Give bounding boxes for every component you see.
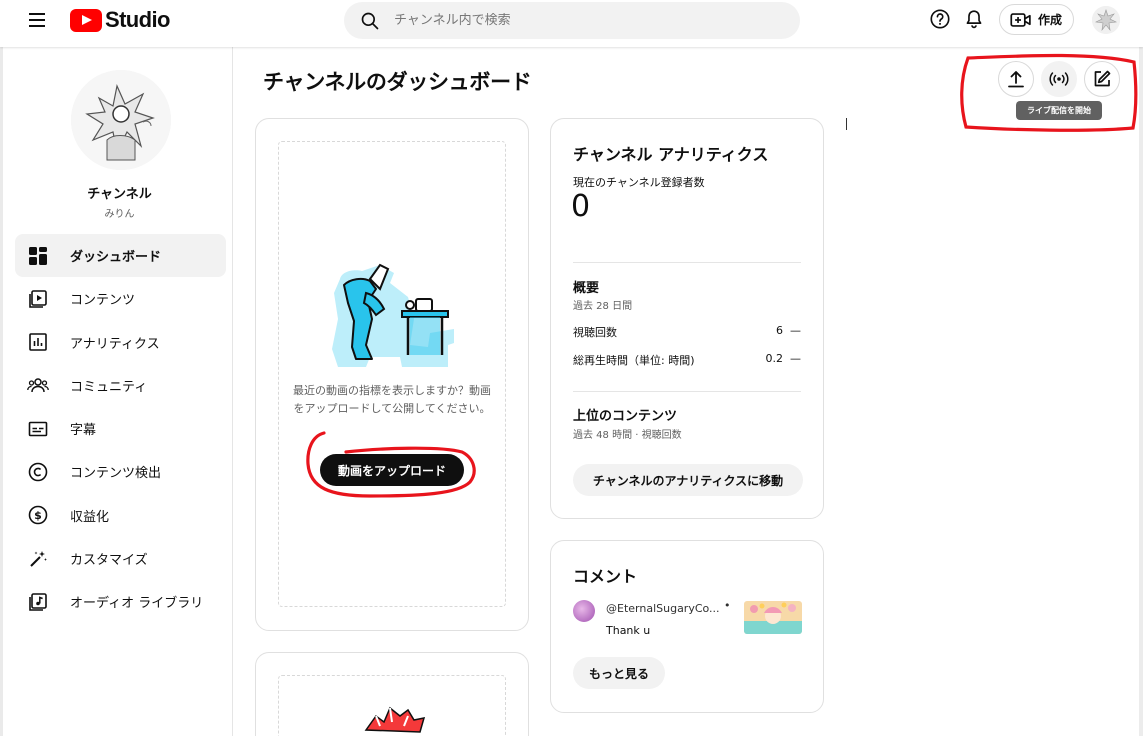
search-bar[interactable] [344,2,800,39]
subtitles-icon [27,418,49,440]
divider [573,391,801,392]
sidebar-item-community[interactable]: コミュニティ [15,364,226,407]
logo-text: Studio [105,7,170,32]
metric-row-watch-time: 総再生時間（単位: 時間) 0.2 — [573,352,801,368]
upload-card: 最近の動画の指標を表示しますか？動画をアップロードして公開してください。 動画を… [255,118,529,631]
studio-logo[interactable]: Studio [70,6,170,34]
comment-text: Thank u [606,624,651,637]
youtube-logo-icon [70,8,102,32]
ideas-dropzone [278,675,506,736]
summary-title: 概要 [573,281,600,296]
help-icon[interactable] [924,3,956,35]
subscribers-count: 0 [571,189,591,224]
summary-period: 過去 28 日間 [573,301,633,312]
menu-icon[interactable] [24,9,50,31]
create-label: 作成 [1038,13,1063,27]
search-icon[interactable] [360,11,380,31]
metric-label: 視聴回数 [573,326,617,339]
video-add-icon [1010,12,1031,27]
page-title: チャンネルのダッシュボード [263,70,532,94]
sidebar-item-content[interactable]: コンテンツ [15,277,226,320]
sidebar-item-label: コンテンツ検出 [70,466,162,482]
top-content-title: 上位のコンテンツ [573,409,678,424]
separator-dot: • [724,599,731,612]
copyright-icon [27,461,49,483]
upload-illustration [332,263,454,367]
live-icon[interactable] [1041,61,1077,97]
sidebar-item-label: コンテンツ [70,293,136,309]
sidebar-item-label: 字幕 [70,423,97,439]
channel-avatar[interactable] [71,70,171,170]
sidebar-item-analytics[interactable]: アナリティクス [15,321,226,364]
dashboard-icon [27,245,49,267]
upload-dropzone: 最近の動画の指標を表示しますか？動画をアップロードして公開してください。 動画を… [278,141,506,607]
sidebar-item-label: カスタマイズ [70,553,148,569]
commenter-avatar[interactable] [573,600,595,622]
see-more-button[interactable]: もっと見る [573,657,665,689]
sidebar: チャンネル みりん ダッシュボード コンテンツ アナリティクス コミュニティ 字… [0,47,233,736]
upload-video-button[interactable]: 動画をアップロード [320,454,464,486]
bell-icon[interactable] [958,3,990,35]
account-avatar[interactable] [1092,6,1120,34]
sidebar-item-label: コミュニティ [70,379,148,395]
video-thumbnail[interactable] [744,601,802,634]
subscribers-label: 現在のチャンネル登録者数 [573,176,705,189]
sidebar-item-label: 収益化 [70,509,110,525]
community-icon [27,374,49,396]
comments-title: コメント [573,567,638,586]
metric-delta: — [790,352,801,365]
top-bar: Studio 作成 [0,0,1143,47]
go-to-analytics-button[interactable]: チャンネルのアナリティクスに移動 [573,464,803,496]
audio-library-icon [27,591,49,613]
upload-icon[interactable] [998,61,1034,97]
metric-label: 総再生時間（単位: 時間) [573,354,695,367]
sidebar-item-label: オーディオ ライブラリ [70,596,204,612]
sidebar-item-subtitles[interactable]: 字幕 [15,407,226,450]
edit-icon[interactable] [1084,61,1120,97]
analytics-title: チャンネル アナリティクス [573,145,769,164]
upload-prompt: 最近の動画の指標を表示しますか？動画をアップロードして公開してください。 [293,384,491,415]
analytics-card: チャンネル アナリティクス 現在のチャンネル登録者数 0 概要 過去 28 日間… [550,118,824,519]
channel-name: チャンネル [87,187,152,202]
commenter-name[interactable]: @EternalSugaryCo... [606,602,720,615]
divider [573,262,801,263]
create-button[interactable]: 作成 [999,4,1074,35]
sidebar-nav: ダッシュボード コンテンツ アナリティクス コミュニティ 字幕 コンテンツ検出 … [15,234,226,624]
dollar-icon: $ [27,504,49,526]
sidebar-item-monetization[interactable]: $ 収益化 [15,494,226,537]
svg-text:$: $ [34,509,42,522]
sidebar-item-audio-library[interactable]: オーディオ ライブラリ [15,580,226,623]
content-icon [27,288,49,310]
sidebar-item-copyright[interactable]: コンテンツ検出 [15,450,226,493]
sidebar-item-customize[interactable]: カスタマイズ [15,537,226,580]
top-content-period: 過去 48 時間 · 視聴回数 [573,430,682,441]
metric-row-views: 視聴回数 6 — [573,324,801,340]
magic-wand-icon [27,548,49,570]
search-input[interactable] [394,13,774,28]
metric-value: 6 [776,324,783,337]
live-tooltip: ライブ配信を開始 [1016,101,1102,120]
comments-card: コメント @EternalSugaryCo... • Thank u もっと見る [550,540,824,713]
ideas-card [255,652,529,736]
metric-value: 0.2 [765,352,784,365]
ideas-illustration [364,706,426,733]
sidebar-item-label: ダッシュボード [70,250,162,265]
analytics-icon [27,331,49,353]
text-cursor [846,118,847,130]
window-edge [1139,0,1143,736]
sidebar-item-label: アナリティクス [70,336,160,352]
channel-handle: みりん [104,209,135,220]
sidebar-item-dashboard[interactable]: ダッシュボード [15,234,226,277]
metric-delta: — [790,324,801,337]
